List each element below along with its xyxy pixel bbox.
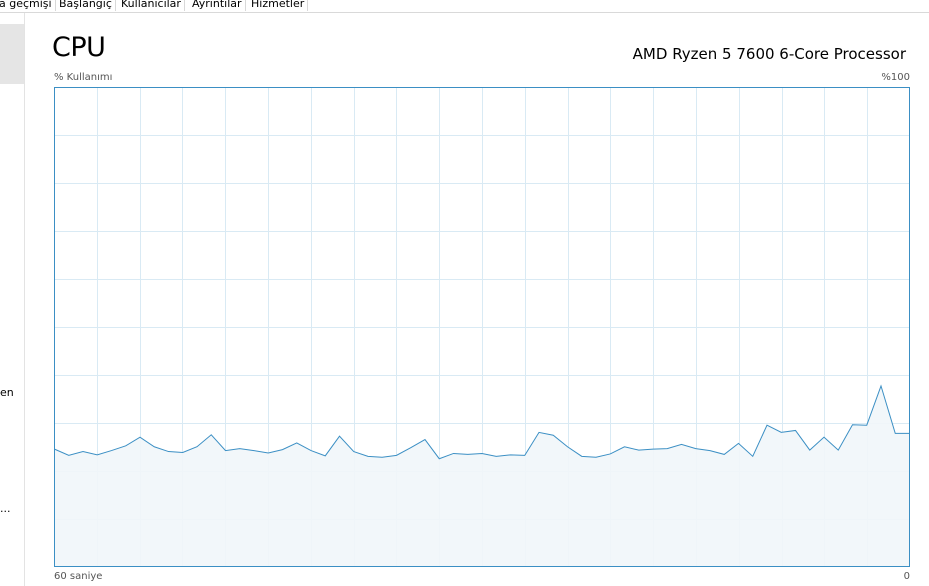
sidebar-item-partial-ellipsis[interactable]: ... bbox=[0, 502, 11, 515]
x-axis-right-label: 0 bbox=[903, 571, 910, 582]
sidebar-item-cpu-selected[interactable] bbox=[0, 24, 24, 84]
tab-app-history[interactable]: a geçmişi bbox=[0, 0, 56, 11]
page-title: CPU bbox=[52, 32, 106, 63]
cpu-usage-graph bbox=[54, 87, 910, 567]
tab-details[interactable]: Ayrıntılar bbox=[189, 0, 246, 11]
y-axis-max-label: %100 bbox=[881, 72, 910, 83]
processor-name: AMD Ryzen 5 7600 6-Core Processor bbox=[632, 45, 906, 63]
tab-services[interactable]: Hizmetler bbox=[248, 0, 309, 11]
sidebar-item-partial-label[interactable]: en bbox=[0, 386, 14, 399]
performance-sidebar: en ... bbox=[0, 13, 25, 586]
y-axis-label: % Kullanımı bbox=[54, 72, 113, 83]
cpu-usage-chart-svg bbox=[54, 87, 910, 567]
tab-bar: a geçmişi Başlangıç Kullanıcılar Ayrıntı… bbox=[0, 0, 929, 13]
tab-startup[interactable]: Başlangıç bbox=[56, 0, 116, 11]
x-axis-left-label: 60 saniye bbox=[54, 571, 103, 582]
tab-users[interactable]: Kullanıcılar bbox=[118, 0, 185, 11]
